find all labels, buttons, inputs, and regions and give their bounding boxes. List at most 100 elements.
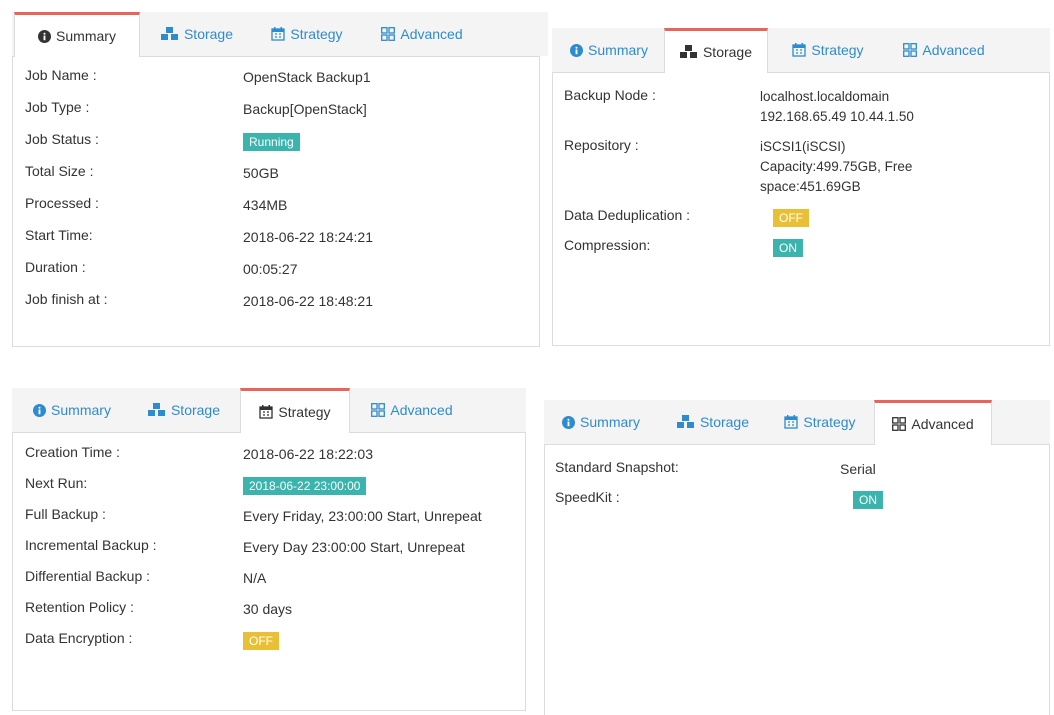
- dedup-status-badge: OFF: [773, 209, 809, 227]
- field-label: Full Backup :: [25, 506, 106, 522]
- next-run-badge: 2018-06-22 23:00:00: [243, 477, 367, 495]
- tab-summary[interactable]: Summary: [548, 400, 654, 444]
- tab-strategy[interactable]: Strategy: [770, 400, 870, 444]
- grid-icon: [371, 403, 386, 417]
- job-finish-value: 2018-06-22 18:48:21: [243, 293, 373, 309]
- field-label: Incremental Backup :: [25, 537, 157, 553]
- calendar-icon: [792, 43, 807, 57]
- job-name-value: OpenStack Backup1: [243, 69, 371, 85]
- tab-label: Advanced: [390, 402, 453, 418]
- field-label: Retention Policy :: [25, 599, 134, 615]
- advanced-content: Standard Snapshot: Serial SpeedKit : ON: [544, 444, 1050, 715]
- field-label: Duration :: [25, 259, 86, 275]
- tab-label: Storage: [699, 414, 750, 430]
- tab-label: Summary: [51, 402, 111, 418]
- field-label: Data Encryption :: [25, 630, 133, 646]
- tab-storage[interactable]: Storage: [142, 12, 252, 56]
- job-type-value: Backup[OpenStack]: [243, 101, 367, 117]
- field-label: Differential Backup :: [25, 568, 151, 584]
- field-label: Job Name :: [25, 67, 97, 83]
- tab-label: Storage: [702, 44, 753, 60]
- summary-panel: Summary Storage Strategy Advanced Job Na…: [12, 12, 548, 347]
- tab-storage[interactable]: Storage: [664, 28, 768, 73]
- tab-advanced[interactable]: Advanced: [874, 400, 992, 445]
- tab-label: Advanced: [922, 42, 985, 58]
- tab-summary[interactable]: Summary: [556, 28, 662, 72]
- info-circle-icon: [33, 403, 47, 417]
- tab-storage[interactable]: Storage: [660, 400, 766, 444]
- calendar-icon: [271, 27, 286, 41]
- tab-bar: Summary Storage Strategy Advanced: [552, 28, 1050, 73]
- repository-capacity: Capacity:499.75GB, Free: [760, 159, 913, 174]
- tab-advanced[interactable]: Advanced: [352, 388, 472, 432]
- cubes-icon: [147, 403, 166, 417]
- tab-label: Strategy: [811, 42, 864, 58]
- retention-policy-value: 30 days: [243, 601, 293, 617]
- differential-backup-value: N/A: [243, 570, 267, 586]
- storage-panel: Summary Storage Strategy Advanced Backup…: [552, 28, 1050, 346]
- field-label: Start Time:: [25, 227, 93, 243]
- field-label: Standard Snapshot:: [555, 459, 679, 475]
- field-label: Job Type :: [25, 99, 90, 115]
- field-label: Data Deduplication :: [564, 207, 691, 223]
- field-label: Creation Time :: [25, 444, 120, 460]
- field-label: Compression:: [564, 237, 651, 253]
- calendar-icon: [259, 405, 274, 419]
- full-backup-value: Every Friday, 23:00:00 Start, Unrepeat: [243, 508, 482, 524]
- tab-label: Storage: [183, 26, 234, 42]
- standard-snapshot-value: Serial: [840, 461, 876, 477]
- tab-advanced[interactable]: Advanced: [362, 12, 482, 56]
- summary-content: Job Name : OpenStack Backup1 Job Type : Ba…: [12, 56, 540, 347]
- advanced-panel: Summary Storage Strategy Advanced Standa…: [544, 400, 1050, 715]
- tab-label: Advanced: [911, 416, 974, 432]
- backup-node-host: localhost.localdomain: [760, 89, 890, 104]
- cubes-icon: [679, 45, 698, 59]
- field-label: SpeedKit :: [555, 489, 620, 505]
- tab-storage[interactable]: Storage: [130, 388, 238, 432]
- start-time-value: 2018-06-22 18:24:21: [243, 229, 373, 245]
- grid-icon: [903, 43, 918, 57]
- strategy-content: Creation Time : 2018-06-22 18:22:03 Next …: [12, 432, 526, 711]
- tab-strategy[interactable]: Strategy: [252, 12, 362, 56]
- repository-free-space: space:451.69GB: [760, 179, 861, 194]
- field-label: Total Size :: [25, 163, 94, 179]
- info-circle-icon: [570, 43, 584, 57]
- total-size-value: 50GB: [243, 165, 279, 181]
- field-label: Next Run:: [25, 475, 88, 491]
- field-label: Processed :: [25, 195, 99, 211]
- field-label: Job finish at :: [25, 291, 108, 307]
- tab-summary[interactable]: Summary: [14, 12, 140, 57]
- grid-icon: [381, 27, 396, 41]
- cubes-icon: [160, 27, 179, 41]
- cubes-icon: [676, 415, 695, 429]
- field-label: Backup Node :: [564, 87, 656, 103]
- strategy-panel: Summary Storage Strategy Advanced Creati…: [12, 388, 526, 711]
- calendar-icon: [784, 415, 799, 429]
- tab-bar: Summary Storage Strategy Advanced: [12, 388, 526, 433]
- tab-advanced[interactable]: Advanced: [884, 28, 1004, 72]
- tab-label: Summary: [580, 414, 640, 430]
- tab-label: Strategy: [290, 26, 343, 42]
- incremental-backup-value: Every Day 23:00:00 Start, Unrepeat: [243, 539, 465, 555]
- tab-label: Strategy: [803, 414, 856, 430]
- grid-icon: [892, 417, 907, 431]
- info-circle-icon: [562, 415, 576, 429]
- tab-label: Advanced: [400, 26, 463, 42]
- processed-value: 434MB: [243, 197, 288, 213]
- status-badge: Running: [243, 133, 300, 151]
- creation-time-value: 2018-06-22 18:22:03: [243, 446, 373, 462]
- encryption-status-badge: OFF: [243, 632, 279, 650]
- storage-content: Backup Node : localhost.localdomain 192.…: [552, 72, 1050, 346]
- field-label: Repository :: [564, 137, 639, 153]
- info-circle-icon: [38, 29, 52, 43]
- field-label: Job Status :: [25, 131, 99, 147]
- tab-label: Strategy: [278, 404, 331, 420]
- backup-node-ips: 192.168.65.49 10.44.1.50: [760, 109, 914, 124]
- tab-strategy[interactable]: Strategy: [772, 28, 884, 72]
- tab-bar: Summary Storage Strategy Advanced: [12, 12, 548, 57]
- tab-label: Summary: [588, 42, 648, 58]
- tab-label: Storage: [170, 402, 221, 418]
- compression-status-badge: ON: [773, 239, 803, 257]
- tab-strategy[interactable]: Strategy: [240, 388, 350, 433]
- tab-summary[interactable]: Summary: [14, 388, 130, 432]
